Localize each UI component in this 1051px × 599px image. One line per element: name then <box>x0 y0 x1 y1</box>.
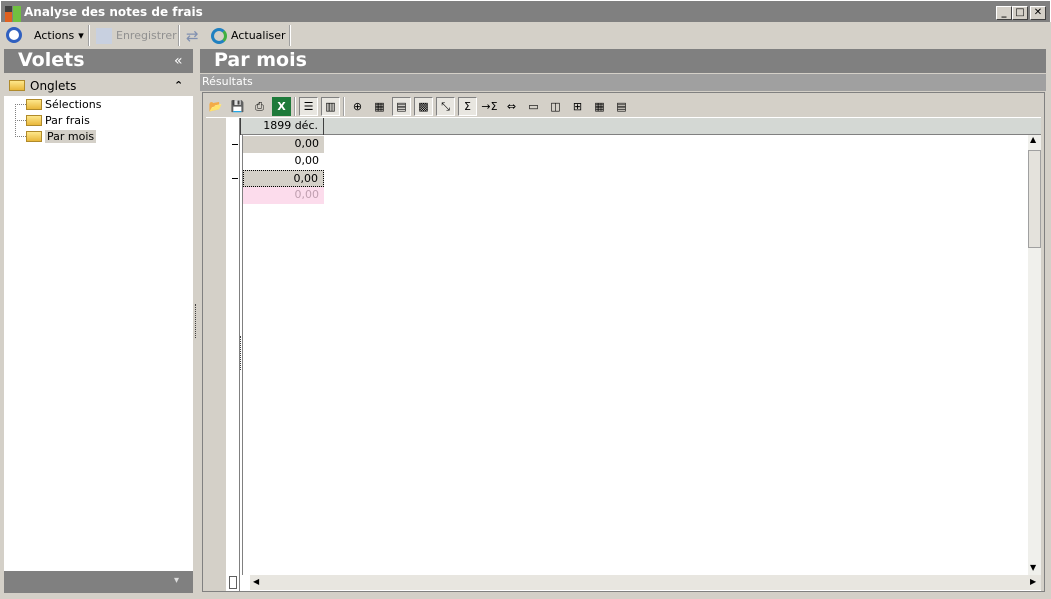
save-icon[interactable]: 💾 <box>228 97 247 116</box>
collapse-panes-icon[interactable]: « <box>174 53 183 69</box>
minimize-button[interactable]: _ <box>996 6 1012 20</box>
refresh-icon <box>211 27 227 44</box>
sort-sum-icon[interactable]: Σ <box>458 97 477 116</box>
page-header: Par mois <box>200 49 1046 73</box>
rows-layout-icon[interactable]: ☰ <box>299 97 318 116</box>
folder-icon <box>26 115 42 126</box>
grid-lines-icon[interactable]: ▤ <box>392 97 411 116</box>
tabs-tree: Sélections Par frais Par mois <box>4 96 193 571</box>
tabs-section-header[interactable]: Onglets <box>4 75 193 96</box>
print-icon[interactable]: ⎙ <box>250 97 269 116</box>
save-button[interactable]: Enregistrer <box>96 26 177 45</box>
tree-item-par-frais[interactable]: Par frais <box>26 113 90 128</box>
scroll-left-icon[interactable]: ◀ <box>253 577 259 586</box>
vertical-scrollbar[interactable]: ▲ ▼ <box>1028 135 1041 575</box>
actions-icon <box>6 27 22 43</box>
vertical-layout-icon[interactable]: ◫ <box>546 97 565 116</box>
horizontal-scrollbar[interactable]: ◀ ▶ <box>250 575 1041 590</box>
sync-icon[interactable]: ⇄ <box>186 27 199 45</box>
panes-title: Volets <box>18 49 85 71</box>
toolbar-separator <box>294 97 296 116</box>
column-width-icon[interactable]: ⇔ <box>502 97 521 116</box>
item-label: Sélections <box>45 98 102 111</box>
window-title: Analyse des notes de frais <box>24 5 203 19</box>
horizontal-layout-icon[interactable]: ▭ <box>524 97 543 116</box>
scroll-right-icon[interactable]: ▶ <box>1030 577 1036 586</box>
item-label: Par mois <box>45 130 97 143</box>
pivot-grid <box>226 118 1041 591</box>
refresh-button[interactable]: Actualiser <box>211 26 286 45</box>
chevron-down-icon[interactable]: ▾ <box>174 575 179 586</box>
save-label: Enregistrer <box>116 29 177 42</box>
item-label: Par frais <box>45 114 90 127</box>
refresh-label: Actualiser <box>231 29 286 42</box>
chevron-down-icon: ▾ <box>78 29 84 42</box>
excel-icon[interactable]: X <box>272 97 291 116</box>
main-toolbar: Actions ▾ Enregistrer ⇄ Actualiser <box>0 22 1051 48</box>
collapse-row-icon[interactable] <box>232 144 238 145</box>
grid-dotted-icon[interactable]: ▩ <box>414 97 433 116</box>
column-header[interactable]: 1899 déc. <box>240 118 324 135</box>
toolbar-separator <box>343 97 345 116</box>
grid-toolbar: 📂 💾 ⎙ X ☰ ▥ ⊕ ▦ ▤ ▩ ⤡ Σ →Σ ⇔ ▭ ◫ ⊞ ▦ ▤ <box>206 96 631 117</box>
panes-header: Volets <box>4 49 193 73</box>
panes-footer: ▾ <box>4 571 193 593</box>
close-button[interactable]: ✕ <box>1030 6 1046 20</box>
grid-cell[interactable]: 0,00 <box>243 136 324 153</box>
folder-icon <box>26 99 42 110</box>
page-title: Par mois <box>214 49 307 71</box>
collapse-row-icon[interactable] <box>232 178 238 179</box>
cross-layout-icon[interactable]: ⊞ <box>568 97 587 116</box>
maximize-button[interactable]: □ <box>1012 6 1028 20</box>
folder-icon <box>9 80 25 91</box>
scroll-up-icon[interactable]: ▲ <box>1030 135 1036 144</box>
app-icon <box>5 6 21 22</box>
actions-button[interactable]: Actions ▾ <box>34 26 84 45</box>
row-header-column <box>226 118 240 591</box>
collapse-all-icon[interactable]: ▤ <box>612 97 631 116</box>
column-header-bar <box>240 118 1041 135</box>
title-bar: Analyse des notes de frais _ □ ✕ <box>0 0 1051 22</box>
folder-open-icon <box>26 131 42 142</box>
row-splitter[interactable] <box>240 336 242 370</box>
grid-cell[interactable]: 0,00 <box>243 153 324 170</box>
splitter-handle[interactable] <box>195 304 198 338</box>
expand-all-icon[interactable]: ▦ <box>590 97 609 116</box>
actions-label: Actions <box>34 29 75 42</box>
scroll-thumb[interactable] <box>1028 150 1041 248</box>
scroll-down-icon[interactable]: ▼ <box>1030 563 1036 572</box>
pivot-swap-icon[interactable]: ⤡ <box>436 97 455 116</box>
section-label: Onglets <box>30 78 77 93</box>
open-icon[interactable]: 📂 <box>206 97 225 116</box>
grid-cell-selected[interactable]: 0,00 <box>243 170 324 187</box>
results-header: Résultats <box>200 74 1046 91</box>
insert-total-icon[interactable]: →Σ <box>480 97 499 116</box>
columns-layout-icon[interactable]: ▥ <box>321 97 340 116</box>
save-icon <box>96 27 112 44</box>
split-handle[interactable] <box>229 576 237 589</box>
collapse-section-icon[interactable]: ⌃ <box>174 79 183 92</box>
tree-item-selections[interactable]: Sélections <box>26 97 101 112</box>
grid-cell[interactable]: 0,00 <box>243 187 324 204</box>
results-title: Résultats <box>202 75 253 88</box>
grid-icon[interactable]: ▦ <box>370 97 389 116</box>
tree-item-par-mois[interactable]: Par mois <box>26 129 97 144</box>
add-field-icon[interactable]: ⊕ <box>348 97 367 116</box>
